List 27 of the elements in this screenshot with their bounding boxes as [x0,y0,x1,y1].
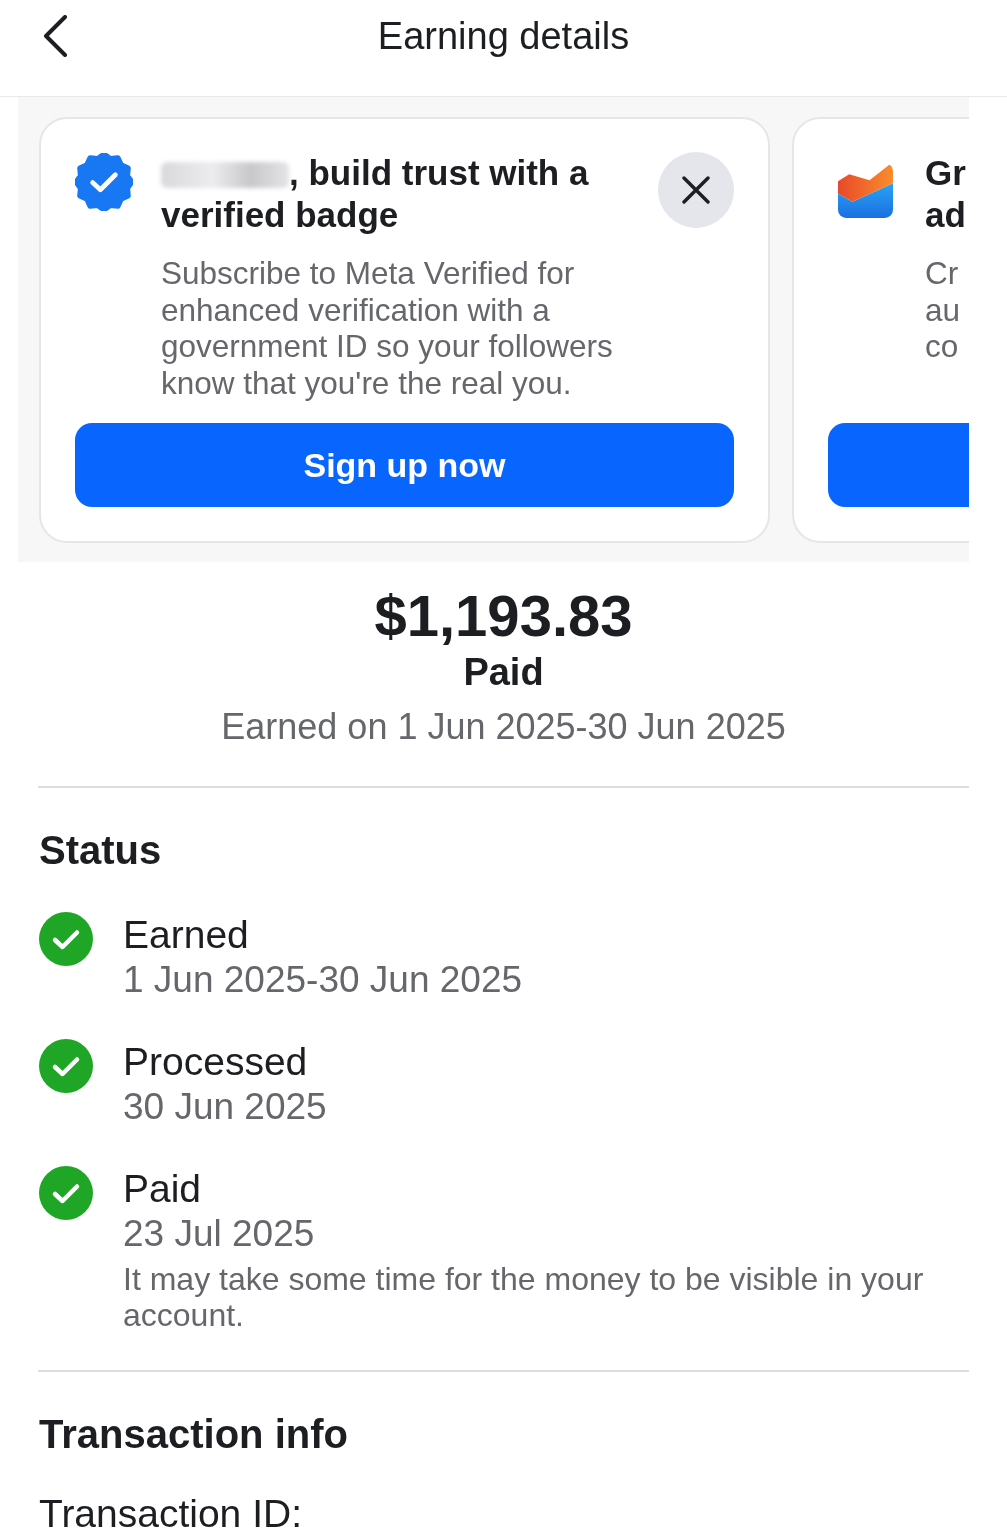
card-description: Subscribe to Meta Verified for enhanced verification with a government ID so your followers know that you're the real you. [161,255,614,401]
step-label: Paid [123,1166,203,1212]
earning-period-text: Earned on 1 Jun 2025-30 Jun 2025 [220,705,787,749]
step-date: 23 Jul 2025 [123,1212,316,1256]
card-title-fragment: ad [925,194,966,236]
step-date: 30 Jun 2025 [123,1085,328,1129]
card-description-fragment: Cr [925,255,959,292]
card-description-fragment: au [925,291,961,328]
field-label: Transaction ID: [39,1493,303,1535]
step-note: It may take some time for the money to be visible in your account. [123,1261,925,1333]
verified-badge-icon [75,153,133,211]
card-title: , build trust with a verified badge [161,152,590,236]
area-chart-icon [838,163,893,218]
close-icon [682,176,710,204]
back-button[interactable] [42,15,68,57]
step-label: Earned [123,912,250,958]
card-action-button[interactable]: Sign up now [75,423,734,507]
step-date: 1 Jun 2025-30 Jun 2025 [123,958,524,1002]
card-title-fragment: Gr [925,152,966,194]
section-heading: Status [39,827,163,873]
amount-text: $1,193.83 [373,582,634,649]
back-icon [42,15,68,57]
card-description-fragment: co [925,328,959,365]
section-heading: Transaction info [39,1411,349,1457]
page-title: Earning details [377,14,630,59]
step-label: Processed [123,1039,309,1085]
payment-status-text: Paid [462,650,545,695]
